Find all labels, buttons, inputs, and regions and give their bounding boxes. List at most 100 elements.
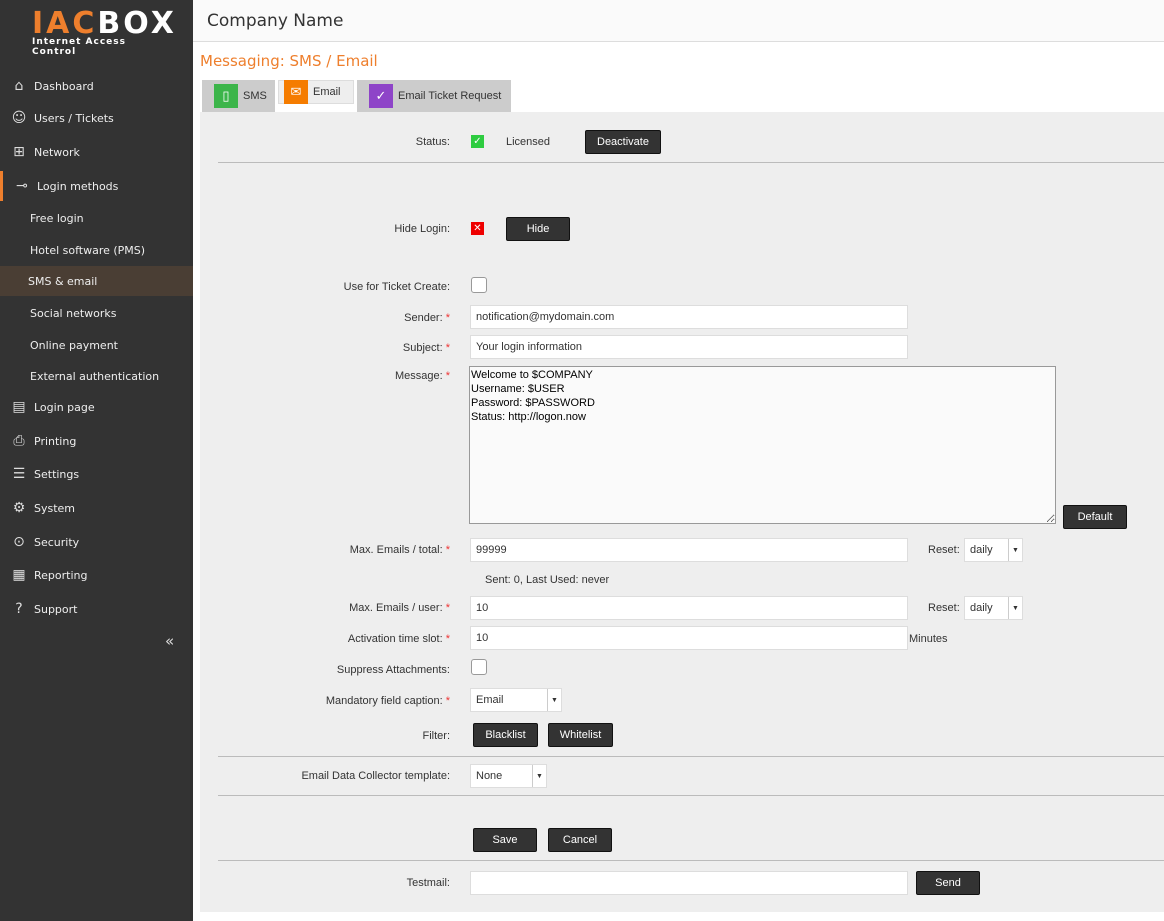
- message-label: Message:: [394, 370, 443, 382]
- select-value: daily: [970, 602, 993, 614]
- slot-unit: Minutes: [909, 633, 948, 645]
- sender-input[interactable]: notification@mydomain.com: [470, 305, 908, 329]
- logo: IACBOX Internet Access Control: [32, 6, 174, 58]
- sidebar-item-printing[interactable]: ⎙ Printing: [0, 426, 193, 456]
- key-icon: ⊸: [16, 178, 28, 194]
- collapse-sidebar-icon[interactable]: «: [165, 632, 174, 650]
- network-icon: ⊞: [13, 144, 25, 160]
- report-icon: ▦: [12, 567, 26, 583]
- dropdown-arrow-icon: ▼: [532, 765, 546, 787]
- header: Company Name: [193, 0, 1164, 42]
- sent-info: Sent: 0, Last Used: never: [485, 574, 610, 586]
- logo-text: IAC: [32, 6, 98, 41]
- sidebar: IACBOX Internet Access Control ⌂ Dashboar…: [0, 0, 193, 921]
- ticket-create-checkbox[interactable]: [471, 277, 487, 293]
- sidebar-item-label: Login methods: [37, 179, 119, 193]
- caption-select[interactable]: Email ▼: [470, 688, 562, 712]
- page-title: Messaging: SMS / Email: [200, 52, 378, 70]
- company-name: Company Name: [207, 11, 344, 31]
- testmail-input[interactable]: [470, 871, 908, 895]
- sidebar-item-label: Printing: [34, 434, 77, 448]
- sidebar-item-support[interactable]: ? Support: [0, 594, 193, 624]
- required-mark: *: [445, 695, 450, 707]
- sidebar-item-hotel-software-pms[interactable]: Hotel software (PMS): [0, 235, 193, 265]
- reset-label: Reset:: [928, 544, 960, 556]
- sidebar-item-online-payment[interactable]: Online payment: [0, 330, 193, 360]
- blacklist-button[interactable]: Blacklist: [473, 723, 538, 747]
- cross-icon: ✕: [471, 222, 484, 235]
- sidebar-item-label: Free login: [30, 211, 84, 225]
- slot-input[interactable]: 10: [470, 626, 908, 650]
- monitor-icon: ▤: [12, 399, 26, 415]
- reset-total-select[interactable]: daily ▼: [964, 538, 1023, 562]
- suppress-checkbox[interactable]: [471, 659, 487, 675]
- select-value: daily: [970, 544, 993, 556]
- required-mark: *: [445, 312, 450, 324]
- sidebar-item-label: Support: [34, 602, 78, 616]
- sidebar-item-sms-email[interactable]: SMS & email: [0, 266, 193, 296]
- sidebar-item-users-tickets[interactable]: ☺ Users / Tickets: [0, 103, 193, 133]
- required-mark: *: [445, 602, 450, 614]
- sidebar-item-label: Hotel software (PMS): [30, 243, 146, 257]
- question-icon: ?: [15, 601, 23, 617]
- tab-label: Email: [313, 86, 341, 98]
- sidebar-item-label: Login page: [34, 400, 95, 414]
- tab-label: Email Ticket Request: [398, 90, 502, 102]
- suppress-label: Suppress Attachments:: [336, 664, 450, 676]
- sidebar-item-reporting[interactable]: ▦ Reporting: [0, 560, 193, 590]
- required-mark: *: [445, 633, 450, 645]
- sidebar-item-label: Dashboard: [34, 79, 94, 93]
- slot-label: Activation time slot:: [347, 633, 443, 645]
- dropdown-arrow-icon: ▼: [547, 689, 561, 711]
- sidebar-item-network[interactable]: ⊞ Network: [0, 137, 193, 167]
- status-label: Status:: [415, 136, 450, 148]
- home-icon: ⌂: [14, 78, 24, 94]
- collector-label: Email Data Collector template:: [301, 770, 450, 782]
- divider: [218, 162, 1164, 163]
- dropdown-arrow-icon: ▼: [1008, 597, 1022, 619]
- reset-user-select[interactable]: daily ▼: [964, 596, 1023, 620]
- tab-label: SMS: [243, 90, 267, 102]
- tab-sms[interactable]: ▯ SMS: [202, 80, 275, 112]
- sidebar-item-login-page[interactable]: ▤ Login page: [0, 392, 193, 422]
- cancel-button[interactable]: Cancel: [548, 828, 612, 852]
- whitelist-button[interactable]: Whitelist: [548, 723, 613, 747]
- sidebar-item-system[interactable]: ⚙ System: [0, 493, 193, 523]
- select-value: Email: [476, 694, 504, 706]
- default-button[interactable]: Default: [1063, 505, 1127, 529]
- reset-label: Reset:: [928, 602, 960, 614]
- save-button[interactable]: Save: [473, 828, 537, 852]
- hide-login-label: Hide Login:: [394, 223, 450, 235]
- sidebar-item-external-authentication[interactable]: External authentication: [0, 361, 193, 391]
- sidebar-item-login-methods[interactable]: ⊸ Login methods: [0, 171, 193, 201]
- collector-select[interactable]: None ▼: [470, 764, 547, 788]
- message-textarea[interactable]: Welcome to $COMPANY Username: $USER Pass…: [469, 366, 1056, 524]
- sidebar-item-label: External authentication: [30, 369, 160, 383]
- sidebar-item-label: Online payment: [30, 338, 118, 352]
- max-total-label: Max. Emails / total:: [349, 544, 443, 556]
- required-mark: *: [445, 544, 450, 556]
- sidebar-item-social-networks[interactable]: Social networks: [0, 298, 193, 328]
- sidebar-item-dashboard[interactable]: ⌂ Dashboard: [0, 71, 193, 101]
- required-mark: *: [445, 370, 450, 382]
- sidebar-item-label: Settings: [34, 467, 80, 481]
- sidebar-item-label: Security: [34, 535, 80, 549]
- sidebar-item-free-login[interactable]: Free login: [0, 203, 193, 233]
- deactivate-button[interactable]: Deactivate: [585, 130, 661, 154]
- caption-label: Mandatory field caption:: [325, 695, 443, 707]
- tab-email[interactable]: ✉ Email: [278, 80, 354, 104]
- subject-input[interactable]: Your login information: [470, 335, 908, 359]
- sidebar-item-security[interactable]: ⊙ Security: [0, 527, 193, 557]
- sidebar-item-label: SMS & email: [28, 274, 98, 288]
- hide-button[interactable]: Hide: [506, 217, 570, 241]
- envelope-icon: ✉: [284, 80, 308, 104]
- max-user-input[interactable]: 10: [470, 596, 908, 620]
- max-total-input[interactable]: 99999: [470, 538, 908, 562]
- testmail-label: Testmail:: [406, 877, 450, 889]
- check-icon: ✓: [471, 135, 484, 148]
- status-value: Licensed: [506, 136, 551, 148]
- filter-label: Filter:: [422, 730, 451, 742]
- tab-email-ticket-request[interactable]: ✓ Email Ticket Request: [357, 80, 511, 112]
- send-button[interactable]: Send: [916, 871, 980, 895]
- sidebar-item-settings[interactable]: ☰ Settings: [0, 459, 193, 489]
